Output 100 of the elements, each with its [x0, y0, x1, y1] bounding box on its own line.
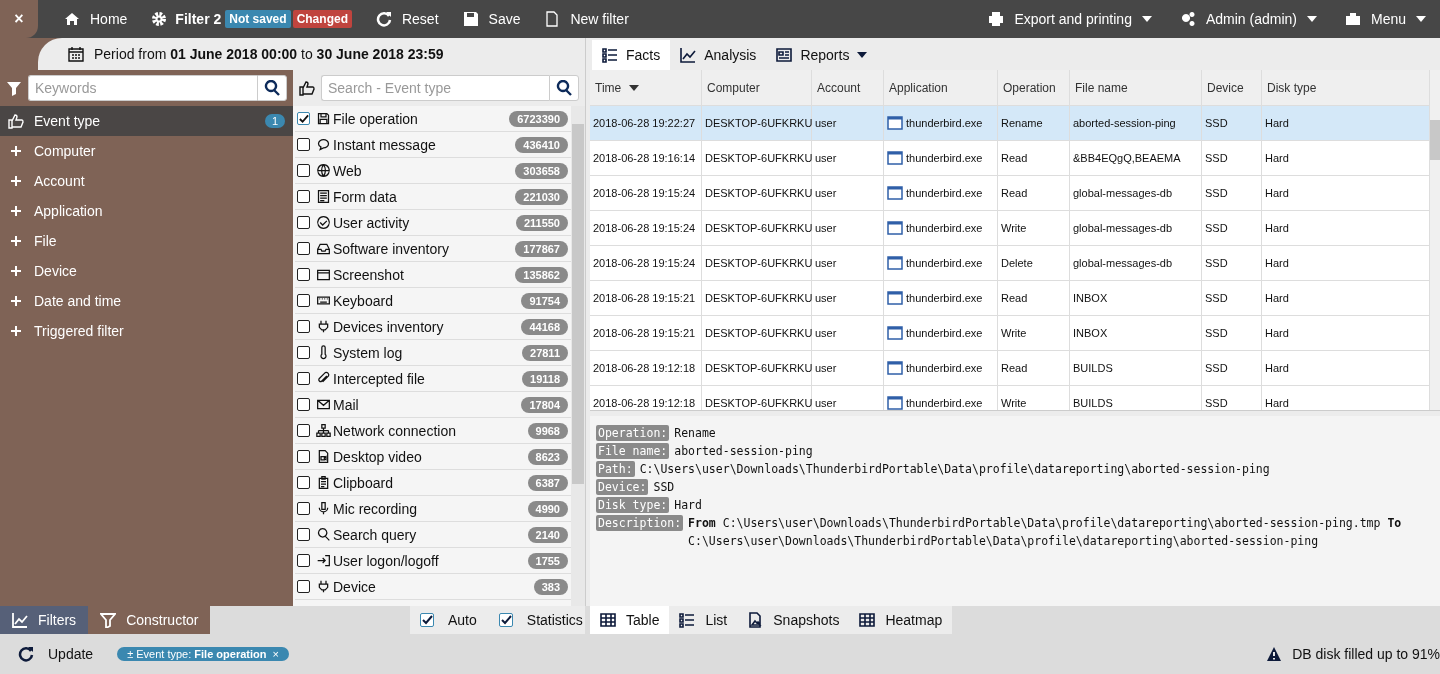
plus-icon: [11, 296, 21, 306]
checkbox[interactable]: [297, 268, 310, 281]
count-badge: 1755: [527, 552, 568, 569]
filter-category[interactable]: Device: [0, 256, 293, 286]
filter-category[interactable]: File: [0, 226, 293, 256]
table-row[interactable]: 2018-06-28 19:15:24 DESKTOP-6UFKRKU user thunderbird.exe Write global-messages-db SSD Hard: [590, 211, 1430, 246]
scrollbar[interactable]: [571, 106, 585, 606]
checkbox[interactable]: [297, 112, 310, 125]
table-cell: Hard: [1265, 152, 1289, 164]
checkbox[interactable]: [297, 476, 310, 489]
table-cell: 2018-06-28 19:12:18: [593, 397, 696, 409]
plus-icon: [11, 266, 21, 276]
checkbox[interactable]: [297, 190, 310, 203]
view-tab[interactable]: List: [669, 606, 738, 634]
detail-label: Path:: [596, 461, 635, 477]
checkbox[interactable]: [297, 320, 310, 333]
briefcase-icon: [1344, 11, 1361, 27]
window-icon: [887, 256, 903, 270]
table-row[interactable]: 2018-06-28 19:15:24 DESKTOP-6UFKRKU user thunderbird.exe Read global-messages-db SSD Hard: [590, 176, 1430, 211]
event-type-label: Intercepted file: [333, 370, 426, 387]
disk-warning-text: DB disk filled up to 91%: [1292, 646, 1440, 662]
table-row[interactable]: 2018-06-28 19:16:14 DESKTOP-6UFKRKU user thunderbird.exe Read &BB4EQgQ,BEAEMA SSD Hard: [590, 141, 1430, 176]
view-tab[interactable]: Heatmap: [849, 606, 953, 634]
keywords-search-field[interactable]: Keywords: [28, 75, 257, 101]
checkbox[interactable]: [297, 424, 310, 437]
filter-category[interactable]: Date and time: [0, 286, 293, 316]
filter-category[interactable]: Application: [0, 196, 293, 226]
view-tab[interactable]: Facts: [592, 40, 671, 70]
save-button[interactable]: Save: [450, 0, 533, 38]
checkbox[interactable]: [297, 164, 310, 177]
microphone-icon: [316, 501, 331, 516]
table-cell: Hard: [1265, 327, 1289, 339]
update-button[interactable]: Update: [0, 646, 112, 662]
checkbox[interactable]: [297, 216, 310, 229]
count-badge: 27811: [522, 344, 568, 361]
table-row[interactable]: 2018-06-28 19:15:24 DESKTOP-6UFKRKU user thunderbird.exe Delete global-messages-db SSD Hard: [590, 246, 1430, 281]
table-row[interactable]: 2018-06-28 19:12:18 DESKTOP-6UFKRKU user thunderbird.exe Read BUILDS SSD Hard: [590, 351, 1430, 386]
plus-icon: [11, 176, 21, 186]
view-tab[interactable]: Snapshots: [737, 606, 850, 634]
checkbox[interactable]: [297, 502, 310, 515]
checkbox[interactable]: [297, 528, 310, 541]
checkbox[interactable]: [297, 450, 310, 463]
search-button[interactable]: [549, 75, 579, 101]
filter-category[interactable]: Triggered filter: [0, 316, 293, 346]
count-badge: 6723390: [509, 110, 568, 127]
view-tab[interactable]: Reports: [766, 40, 878, 70]
checkbox[interactable]: [297, 580, 310, 593]
filter-category[interactable]: Event type 1: [0, 106, 293, 136]
search-button[interactable]: [257, 75, 287, 101]
column-header[interactable]: Operation: [998, 70, 1070, 105]
list-icon: [602, 47, 618, 63]
column-header[interactable]: File name: [1070, 70, 1202, 105]
panel-tab[interactable]: Filters: [0, 606, 89, 634]
checkbox[interactable]: [420, 613, 434, 627]
checkbox[interactable]: [297, 242, 310, 255]
table-cell: user: [815, 397, 837, 409]
event-type-search-field[interactable]: Search - Event type: [321, 75, 549, 101]
home-button[interactable]: Home: [52, 0, 140, 38]
scrollbar[interactable]: [1430, 70, 1440, 410]
window-icon: [887, 151, 903, 165]
window-icon: [887, 186, 903, 200]
checkbox[interactable]: [297, 346, 310, 359]
column-header[interactable]: Account: [812, 70, 884, 105]
column-header[interactable]: Time: [590, 70, 702, 105]
export-menu[interactable]: Export and printing: [974, 0, 1166, 38]
chart-icon: [12, 612, 28, 628]
table-cell: Hard: [1265, 292, 1289, 304]
table-row[interactable]: 2018-06-28 19:22:27 DESKTOP-6UFKRKU user thunderbird.exe Rename aborted-session-ping SSD Hard: [590, 106, 1430, 141]
checkbox[interactable]: [297, 138, 310, 151]
filter-category[interactable]: Computer: [0, 136, 293, 166]
user-menu[interactable]: Admin (admin): [1165, 0, 1331, 38]
column-header[interactable]: Application: [884, 70, 998, 105]
column-header[interactable]: Device: [1202, 70, 1262, 105]
remove-chip-button[interactable]: ×: [272, 648, 279, 660]
count-badge: 4990: [527, 500, 568, 517]
main-menu[interactable]: Menu: [1330, 0, 1440, 38]
checkbox[interactable]: [297, 554, 310, 567]
filter-category[interactable]: Account: [0, 166, 293, 196]
event-type-label: Keyboard: [333, 292, 394, 309]
checkbox[interactable]: [498, 613, 513, 627]
checkbox[interactable]: [297, 398, 310, 411]
funnel-icon: [100, 612, 117, 628]
table-cell: DESKTOP-6UFKRKU: [705, 327, 813, 339]
table-row[interactable]: 2018-06-28 19:15:21 DESKTOP-6UFKRKU user thunderbird.exe Write INBOX SSD Hard: [590, 316, 1430, 351]
table-row[interactable]: 2018-06-28 19:15:21 DESKTOP-6UFKRKU user thunderbird.exe Read INBOX SSD Hard: [590, 281, 1430, 316]
filter-icon: [6, 80, 22, 96]
new-filter-button[interactable]: New filter: [532, 0, 641, 38]
detail-value: Rename: [674, 425, 717, 442]
view-tab[interactable]: Analysis: [670, 40, 767, 70]
detail-label: Device:: [596, 479, 649, 495]
column-header[interactable]: Computer: [702, 70, 812, 105]
table-cell: Hard: [1265, 362, 1289, 374]
table-cell: Hard: [1265, 117, 1289, 129]
reset-button[interactable]: Reset: [363, 0, 451, 38]
view-tab[interactable]: Table: [590, 606, 670, 634]
checkbox[interactable]: [297, 372, 310, 385]
table-cell: Hard: [1265, 397, 1289, 409]
table-cell: SSD: [1205, 362, 1228, 374]
count-badge: 91754: [521, 292, 568, 309]
checkbox[interactable]: [297, 294, 310, 307]
